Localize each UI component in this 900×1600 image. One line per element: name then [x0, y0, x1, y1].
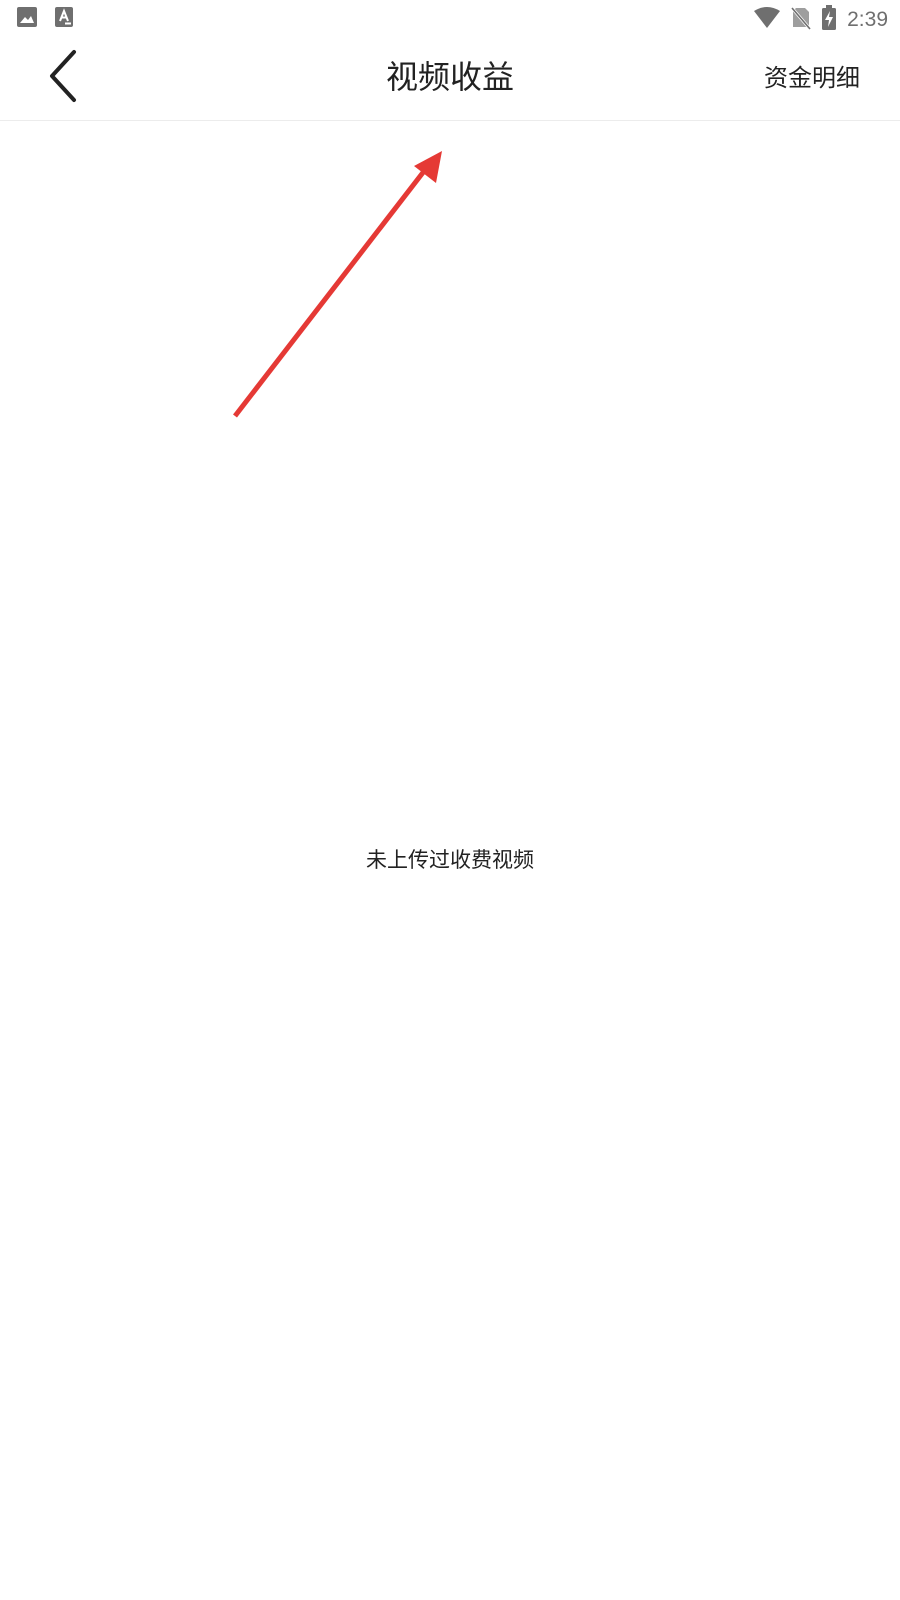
battery-charging-icon — [821, 5, 837, 35]
fund-details-button[interactable]: 资金明细 — [764, 62, 860, 94]
annotation-arrow — [233, 151, 442, 418]
image-notification-icon — [16, 6, 38, 32]
status-bar: 2:39 — [0, 0, 900, 36]
no-sim-icon — [790, 6, 812, 34]
text-notification-icon — [54, 6, 74, 32]
status-bar-right: 2:39 — [753, 5, 888, 35]
wifi-icon — [753, 7, 781, 33]
app-bar: 视频收益 资金明细 — [0, 36, 900, 121]
status-time: 2:39 — [847, 8, 888, 31]
status-bar-left — [16, 6, 74, 32]
empty-state-message: 未上传过收费视频 — [366, 848, 534, 872]
